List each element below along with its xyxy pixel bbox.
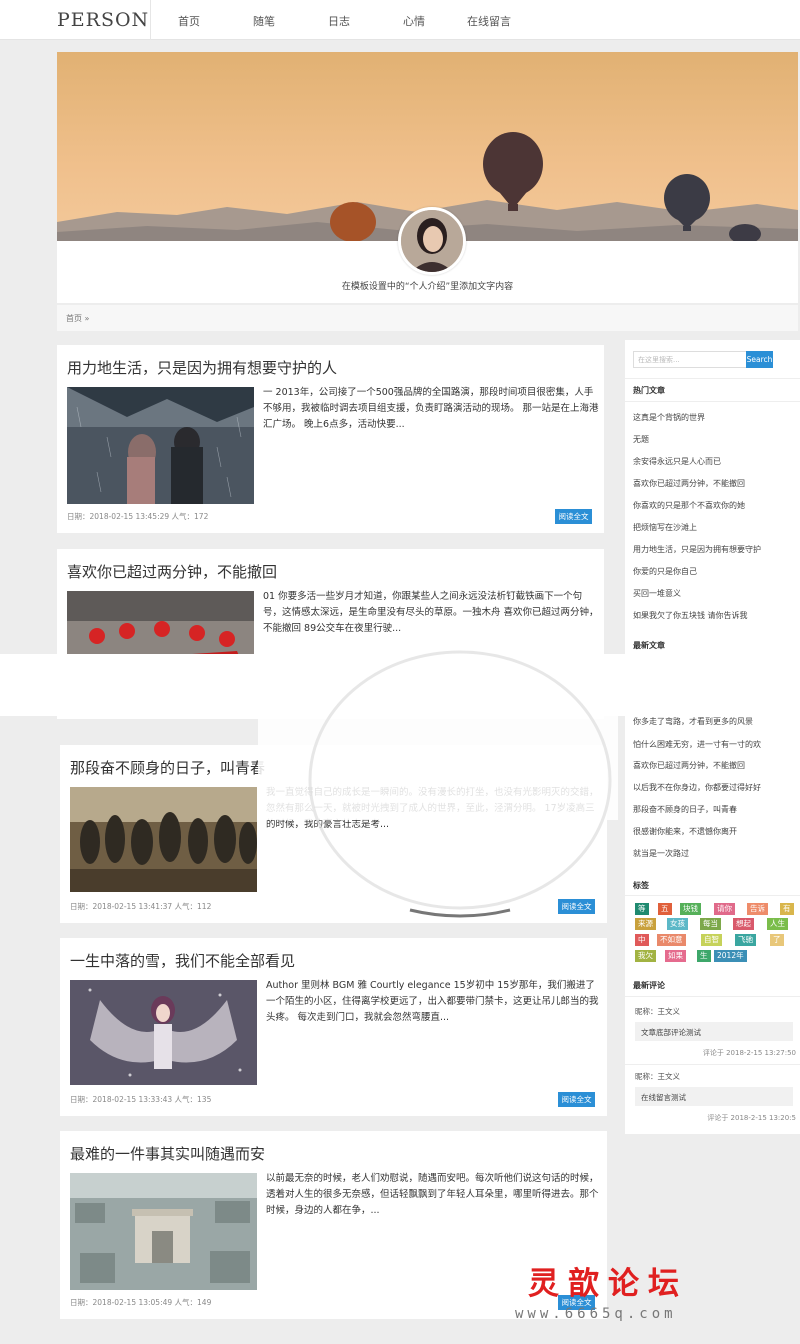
article-card: 最难的一件事其实叫随遇而安 以前最无奈的时候，老人们劝慰说，随遇而安吧。每次听他… (60, 1131, 607, 1319)
nav-item-journal[interactable]: 日志 (328, 13, 350, 29)
new-articles-heading: 最新文章 (633, 641, 665, 650)
top-navigation: PERSON 首页 随笔 日志 心情 在线留言 (0, 0, 800, 40)
tag-link[interactable]: 飞驰 (735, 934, 756, 946)
site-logo[interactable]: PERSON (57, 9, 149, 31)
tag-link[interactable]: 告诉 (747, 903, 768, 915)
tag-link[interactable]: 想起 (733, 918, 754, 930)
search-button[interactable]: Search (746, 351, 773, 368)
comment-text[interactable]: 在线留言测试 (635, 1087, 793, 1106)
new-article-link[interactable]: 以后我不在你身边，你都要过得好好 (633, 782, 761, 793)
article-thumbnail[interactable] (67, 387, 254, 504)
search-input[interactable]: 在这里搜索... (633, 351, 747, 368)
tag-link[interactable]: 2012年 (714, 950, 747, 962)
forum-watermark-title: 灵歆论坛 (528, 1266, 688, 1302)
tag-link[interactable]: 每当 (700, 918, 721, 930)
hot-article-link[interactable]: 把烦恼写在沙滩上 (633, 522, 697, 533)
article-title[interactable]: 一生中落的雪，我们不能全部看见 (70, 950, 295, 971)
tags-heading: 标签 (633, 881, 649, 890)
hot-article-link[interactable]: 你爱的只是你自己 (633, 566, 697, 577)
sidebar: 在这里搜索... Search 热门文章 这真是个背锅的世界 无题 余安得永远只… (625, 340, 800, 1134)
article-title[interactable]: 最难的一件事其实叫随遇而安 (70, 1143, 265, 1164)
article-title[interactable]: 用力地生活，只是因为拥有想要守护的人 (67, 357, 337, 378)
comment-author: 昵称：王文义 (635, 1072, 680, 1081)
rainy-couple-image (67, 387, 254, 504)
article-excerpt: 以前最无奈的时候，老人们劝慰说，随遇而安吧。每次听他们说这句话的时候，透着对人生… (266, 1173, 599, 1216)
article-card: 用力地生活，只是因为拥有想要守护的人 一 2013年，公司接了一个500强品牌的… (57, 345, 604, 533)
divider (625, 401, 800, 402)
arc-de-triomphe-image (70, 1173, 257, 1290)
divider (625, 895, 800, 896)
article-meta: 日期：2018-02-15 13:33:43 人气：135 (70, 1095, 212, 1104)
new-article-link[interactable]: 怕什么困难无穷，进一寸有一寸的欢 (633, 739, 761, 750)
article-title[interactable]: 那段奋不顾身的日子，叫青春 (70, 757, 265, 778)
comment-time: 评论于 2018-2-15 13:27:50 (702, 1049, 796, 1057)
tag-link[interactable]: 有 (780, 903, 794, 915)
tag-link[interactable]: 请你 (714, 903, 735, 915)
new-article-link[interactable]: 很感谢你能来，不遗憾你离开 (633, 826, 737, 837)
tag-link[interactable]: 块钱 (680, 903, 701, 915)
latest-comments-heading: 最新评论 (633, 981, 665, 990)
tag-link[interactable]: 自智 (701, 934, 722, 946)
article-meta: 日期：2018-02-15 13:45:29 人气：172 (67, 512, 209, 521)
new-article-link[interactable]: 那段奋不顾身的日子，叫青春 (633, 804, 737, 815)
new-article-link[interactable]: 你多走了弯路，才看到更多的风景 (633, 716, 753, 727)
divider (625, 996, 800, 997)
tag-link[interactable]: 如果 (665, 950, 686, 962)
article-excerpt: 一 2013年，公司接了一个500强品牌的全国路演，那段时间项目很密集，人手不够… (263, 387, 599, 430)
nav-item-mood[interactable]: 心情 (403, 13, 425, 29)
article-thumbnail[interactable] (70, 980, 257, 1097)
hot-article-link[interactable]: 如果我欠了你五块钱 请你告诉我 (633, 610, 748, 621)
divider (625, 378, 800, 379)
article-title[interactable]: 喜欢你已超过两分钟，不能撤回 (67, 561, 277, 582)
tag-link[interactable]: 中 (635, 934, 649, 946)
article-meta: 日期：2018-02-15 13:41:37 人气：112 (70, 902, 212, 911)
profile-intro: 在模板设置中的“个人介绍”里添加文字内容 (341, 282, 514, 292)
article-thumbnail[interactable] (70, 787, 257, 904)
article-excerpt: Author 里则林 BGM 雅 Courtly elegance 15岁初中 … (266, 980, 599, 1023)
forum-watermark-url: www.6665q.com (515, 1306, 677, 1322)
avatar[interactable] (398, 207, 466, 275)
divider (625, 1064, 800, 1065)
new-article-link[interactable]: 喜欢你已超过两分钟，不能撤回 (633, 760, 745, 771)
tag-link[interactable]: 人生 (767, 918, 788, 930)
article-excerpt: 01 你要多活一些岁月才知道，你跟某些人之间永远没法析钉截铁画下一个句号，这情感… (263, 591, 599, 634)
warriors-image (70, 787, 257, 892)
breadcrumb: 首页 » (57, 305, 798, 331)
new-article-link[interactable]: 就当是一次路过 (633, 848, 689, 859)
logo-divider (150, 0, 151, 40)
hot-article-link[interactable]: 你喜欢的只是那个不喜欢你的她 (633, 500, 745, 511)
hot-article-link[interactable]: 买回一堆意义 (633, 588, 681, 599)
breadcrumb-home-link[interactable]: 首页 » (66, 313, 89, 324)
hot-articles-heading: 热门文章 (633, 386, 665, 395)
comment-text[interactable]: 文章底部评论测试 (635, 1022, 793, 1041)
tag-link[interactable]: 了 (770, 934, 784, 946)
tag-link[interactable]: 不如意 (657, 934, 686, 946)
hot-article-link[interactable]: 这真是个背锅的世界 (633, 412, 705, 423)
tag-link[interactable]: 来源 (635, 918, 656, 930)
nav-item-essays[interactable]: 随笔 (253, 13, 275, 29)
hot-article-link[interactable]: 余安得永远只是人心而已 (633, 456, 721, 467)
article-meta: 日期：2018-02-15 13:05:49 人气：149 (70, 1298, 212, 1307)
nav-item-home[interactable]: 首页 (178, 13, 200, 29)
nav-item-guestbook[interactable]: 在线留言 (467, 13, 511, 29)
watermark-seal-icon (308, 650, 612, 918)
tag-link[interactable]: 五 (658, 903, 672, 915)
read-more-button[interactable]: 阅读全文 (558, 1092, 595, 1107)
tag-link[interactable]: 生 (697, 950, 711, 962)
comment-time: 评论于 2018-2-15 13:20:5 (707, 1114, 796, 1122)
hot-article-link[interactable]: 用力地生活，只是因为拥有想要守护 (633, 544, 761, 555)
hot-article-link[interactable]: 无题 (633, 434, 649, 445)
hot-article-link[interactable]: 喜欢你已超过两分钟，不能撤回 (633, 478, 745, 489)
angel-girl-image (70, 980, 257, 1085)
avatar-photo (401, 210, 463, 272)
tag-link[interactable]: 女孩 (667, 918, 688, 930)
tag-link[interactable]: 等 (635, 903, 649, 915)
read-more-button[interactable]: 阅读全文 (555, 509, 592, 524)
article-thumbnail[interactable] (70, 1173, 257, 1290)
tag-link[interactable]: 我欠 (635, 950, 656, 962)
comment-author: 昵称：王文义 (635, 1007, 680, 1016)
article-card: 一生中落的雪，我们不能全部看见 Author 里则林 BGM 雅 Courtly… (60, 938, 607, 1116)
